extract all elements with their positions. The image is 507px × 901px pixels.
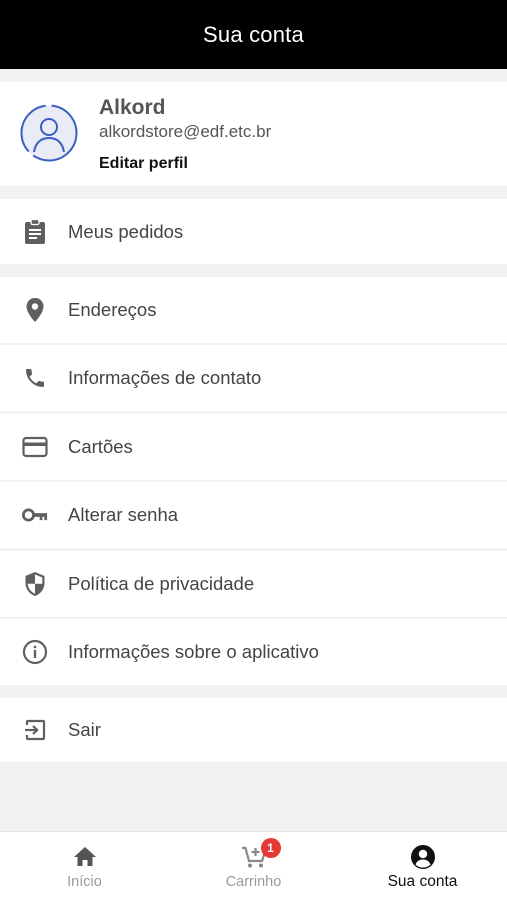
- page-title: Sua conta: [203, 21, 304, 47]
- menu-item-label: Cartões: [68, 436, 133, 457]
- user-avatar-icon: [20, 104, 78, 162]
- credit-card-icon: [22, 434, 48, 460]
- profile-email: alkordstore@edf.etc.br: [99, 122, 272, 141]
- menu-item-label: Informações de contato: [68, 367, 262, 388]
- cart-add-icon: 1: [240, 838, 281, 870]
- menu-item-label: Endereços: [68, 299, 157, 320]
- menu-item-privacy-policy[interactable]: Política de privacidade: [0, 551, 507, 617]
- nav-label: Carrinho: [225, 874, 282, 890]
- nav-item-home[interactable]: Início: [0, 832, 169, 901]
- edit-profile-link[interactable]: Editar perfil: [99, 155, 188, 173]
- nav-label: Início: [67, 874, 102, 890]
- top-app-bar: Sua conta: [0, 0, 507, 69]
- info-icon: [22, 639, 48, 665]
- menu-item-addresses[interactable]: Endereços: [0, 277, 507, 343]
- profile-name: Alkord: [99, 96, 166, 119]
- nav-label: Sua conta: [387, 873, 458, 890]
- menu-item-label: Alterar senha: [68, 504, 179, 525]
- menu-item-app-info[interactable]: Informações sobre o aplicativo: [0, 619, 507, 685]
- menu-item-label: Informações sobre o aplicativo: [68, 641, 319, 662]
- menu-item-label: Sair: [68, 719, 101, 740]
- nav-item-account[interactable]: Sua conta: [338, 832, 507, 901]
- phone-icon: [22, 365, 48, 391]
- menu-item-contact-info[interactable]: Informações de contato: [0, 345, 507, 411]
- key-icon: [22, 502, 48, 528]
- menu-item-logout[interactable]: Sair: [0, 698, 507, 762]
- clipboard-icon: [22, 218, 48, 245]
- home-icon: [71, 844, 99, 870]
- menu-item-cards[interactable]: Cartões: [0, 414, 507, 480]
- nav-item-cart[interactable]: 1 Carrinho: [169, 832, 338, 901]
- menu-item-change-password[interactable]: Alterar senha: [0, 482, 507, 548]
- location-pin-icon: [22, 297, 48, 323]
- account-circle-icon: [409, 844, 437, 870]
- bottom-navigation: Início 1 Carrinho Sua conta: [0, 831, 507, 901]
- menu-item-label: Meus pedidos: [68, 220, 184, 242]
- menu-item-orders[interactable]: Meus pedidos: [0, 199, 507, 264]
- shield-icon: [22, 571, 48, 597]
- exit-icon: [22, 717, 48, 743]
- profile-card[interactable]: Alkord alkordstore@edf.etc.br Editar per…: [0, 82, 507, 186]
- menu-item-label: Política de privacidade: [68, 573, 255, 594]
- cart-badge: 1: [260, 838, 281, 858]
